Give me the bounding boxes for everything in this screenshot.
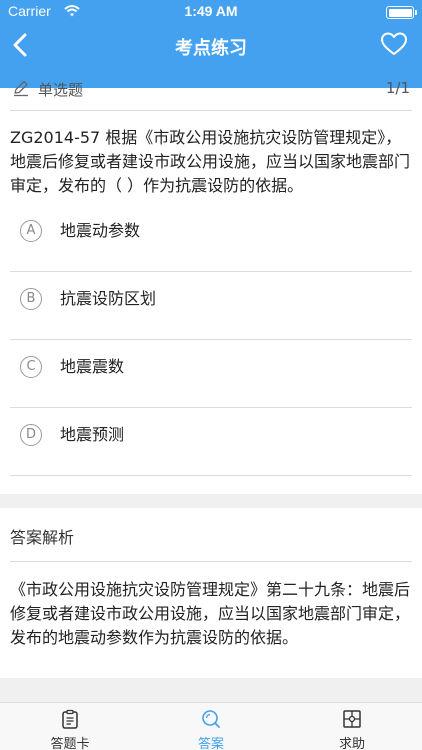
divider bbox=[10, 110, 412, 111]
tab-label: 答案 bbox=[197, 737, 224, 750]
option-b[interactable]: B 抗震设防区划 bbox=[10, 272, 412, 340]
option-letter-d: D bbox=[20, 424, 42, 446]
tab-answer-sheet[interactable]: 答题卡 bbox=[0, 703, 140, 750]
question-stem: ZG2014-57 根据《市政公用设施抗灾设防管理规定》，地震后修复或者建设市政… bbox=[10, 128, 411, 195]
option-letter-a: A bbox=[20, 220, 42, 242]
puzzle-icon bbox=[343, 710, 361, 728]
question-counter: 1/1 bbox=[385, 79, 410, 97]
option-a[interactable]: A 地震动参数 bbox=[10, 204, 412, 272]
analysis-text: 《市政公用设施抗灾设防管理规定》第二十九条：地震后修复或者建设市政公用设施，应当… bbox=[10, 580, 411, 647]
tab-bar: 答题卡 答案 求助 bbox=[0, 702, 422, 750]
tab-answer[interactable]: 答案 bbox=[141, 703, 281, 750]
pencil-icon bbox=[14, 80, 28, 97]
status-bar: Carrier 1:49 AM bbox=[0, 0, 422, 24]
option-text-c: 地震震数 bbox=[60, 357, 125, 376]
section-gap bbox=[0, 678, 422, 702]
search-icon bbox=[202, 710, 220, 728]
option-letter-b: B bbox=[20, 288, 42, 310]
tab-label: 答题卡 bbox=[50, 737, 90, 750]
battery-icon bbox=[386, 6, 417, 19]
option-letter-c: C bbox=[20, 356, 42, 378]
question-type-label: 单选题 bbox=[38, 81, 84, 99]
tab-label: 求助 bbox=[338, 737, 365, 750]
option-text-b: 抗震设防区划 bbox=[60, 289, 157, 308]
section-gap bbox=[0, 494, 422, 508]
heart-outline-icon bbox=[381, 32, 407, 55]
page-title: 考点练习 bbox=[175, 38, 247, 59]
option-text-d: 地震预测 bbox=[60, 425, 125, 444]
option-d[interactable]: D 地震预测 bbox=[10, 408, 412, 476]
analysis-title: 答案解析 bbox=[10, 528, 75, 547]
status-time: 1:49 AM bbox=[184, 3, 238, 19]
divider bbox=[10, 475, 412, 476]
option-text-a: 地震动参数 bbox=[60, 221, 141, 240]
clipboard-icon bbox=[62, 709, 78, 729]
favorite-button[interactable] bbox=[380, 31, 408, 57]
tab-help[interactable]: 求助 bbox=[282, 703, 422, 750]
divider bbox=[10, 561, 412, 562]
option-c[interactable]: C 地震震数 bbox=[10, 340, 412, 408]
